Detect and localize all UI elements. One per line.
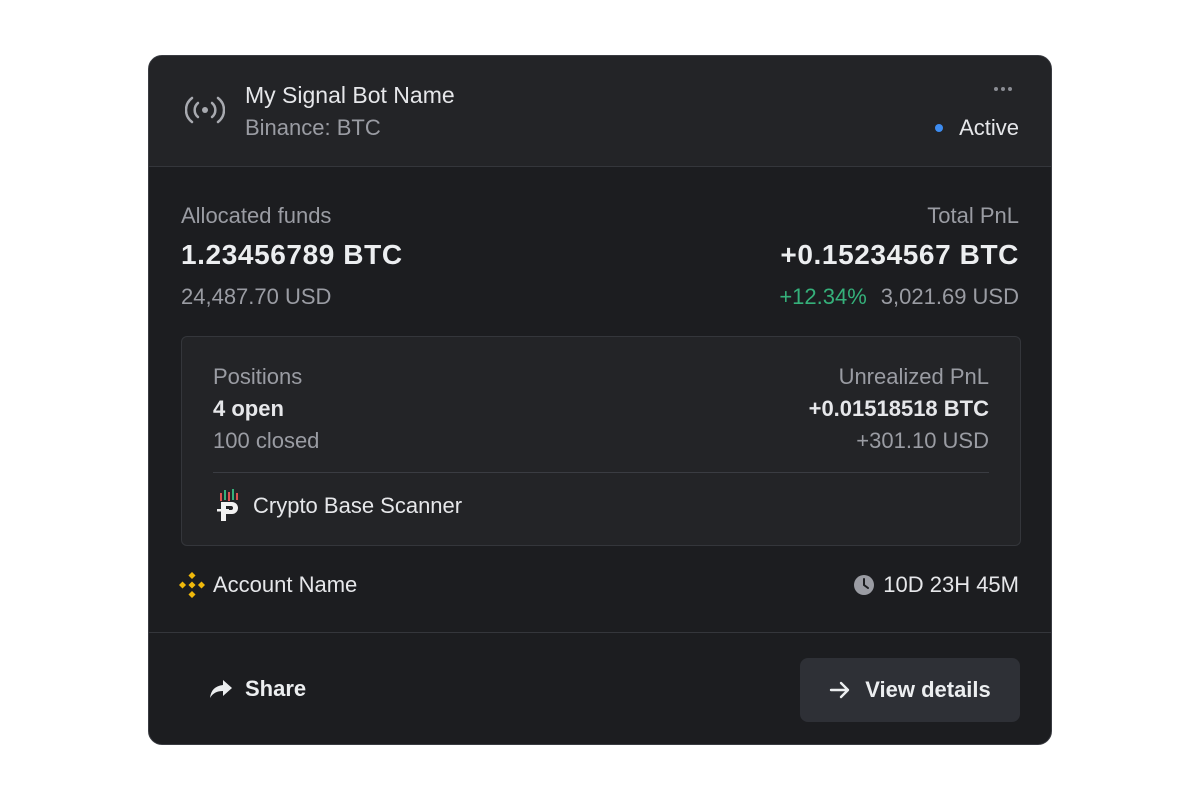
view-details-label: View details <box>865 677 991 702</box>
total-pnl-label: Total PnL <box>927 203 1019 228</box>
more-horizontal-icon <box>994 87 998 91</box>
status-badge: Active <box>935 115 1019 141</box>
positions-closed: 100 closed <box>213 428 320 453</box>
allocated-funds-label: Allocated funds <box>181 203 332 228</box>
share-button[interactable]: Share <box>189 658 326 720</box>
bot-card: My Signal Bot Name Binance: BTC Active A… <box>148 55 1052 745</box>
runtime-value: 10D 23H 45M <box>883 572 1019 597</box>
positions-label: Positions <box>213 364 303 389</box>
unrealized-pnl-label: Unrealized PnL <box>838 364 989 389</box>
total-pnl-sub: +12.34% 3,021.69 USD <box>779 284 1019 310</box>
more-options-button[interactable] <box>985 78 1021 100</box>
binance-icon <box>179 572 205 598</box>
clock-icon <box>854 575 875 595</box>
total-pnl-usd: 3,021.69 USD <box>880 284 1019 309</box>
signal-broadcast-icon <box>185 96 225 124</box>
allocated-funds-value: 1.23456789 BTC <box>181 239 403 270</box>
total-pnl-value: +0.15234567 BTC <box>780 239 1019 270</box>
bot-name: My Signal Bot Name <box>245 82 455 108</box>
unrealized-pnl-btc: +0.01518518 BTC <box>808 396 989 421</box>
bot-runtime: 10D 23H 45M <box>853 572 1019 598</box>
footer-divider <box>149 632 1051 633</box>
signal-source-name: Crypto Base Scanner <box>253 493 463 518</box>
signal-source-link[interactable]: Crypto Base Scanner <box>213 489 462 523</box>
status-label: Active <box>959 115 1019 140</box>
panel-divider <box>213 472 989 473</box>
account-link[interactable]: Account Name <box>179 572 357 598</box>
share-arrow-icon <box>210 680 232 698</box>
status-dot <box>935 124 944 132</box>
unrealized-pnl-usd: +301.10 USD <box>856 428 989 453</box>
total-pnl-percent: +12.34% <box>779 284 867 309</box>
bot-exchange-pair: Binance: BTC <box>245 115 381 140</box>
crypto-base-scanner-logo <box>217 489 238 521</box>
positions-open: 4 open <box>213 396 284 421</box>
positions-panel: Positions 4 open 100 closed Unrealized P… <box>181 336 1021 546</box>
arrow-right-icon <box>830 681 850 699</box>
allocated-funds-usd: 24,487.70 USD <box>181 284 332 309</box>
account-name: Account Name <box>213 572 358 597</box>
share-label: Share <box>245 676 307 701</box>
card-header: My Signal Bot Name Binance: BTC Active <box>149 56 1051 167</box>
view-details-button[interactable]: View details <box>800 658 1020 722</box>
